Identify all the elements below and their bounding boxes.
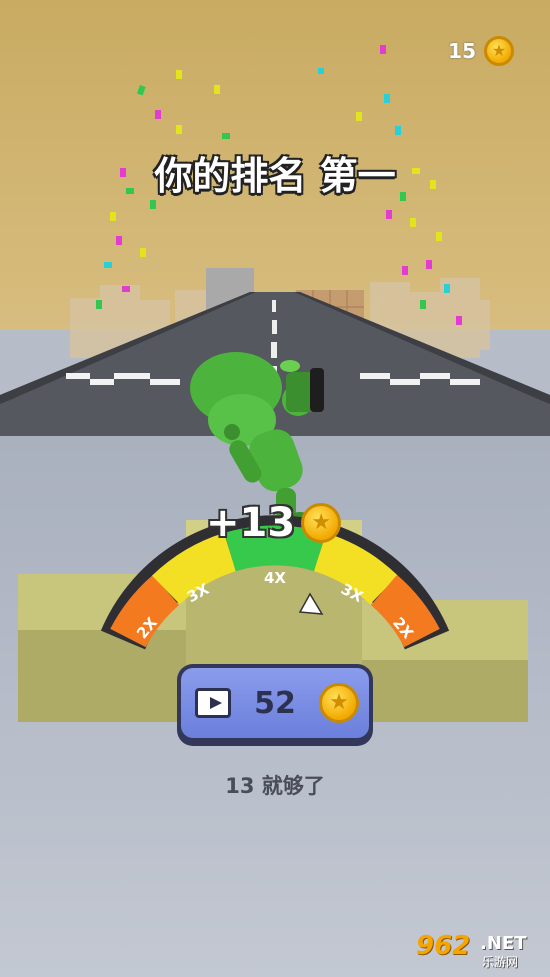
video-play-icon bbox=[195, 688, 231, 718]
watch-ad-reward-button[interactable]: 52 bbox=[177, 664, 373, 746]
reward-button-value: 52 bbox=[254, 685, 296, 721]
site-watermark: 962 .NET 乐游网 bbox=[410, 931, 542, 971]
game-scene: 2X 3X 4X 3X 2X 15 你的排名 第一 +13 52 13 就够了 … bbox=[0, 0, 550, 977]
meter-label-2: 4X bbox=[264, 569, 286, 587]
watermark-sub: 乐游网 bbox=[482, 955, 519, 969]
gold-star-coin-icon bbox=[484, 36, 514, 66]
reward-amount: +13 bbox=[206, 500, 296, 546]
reward-popup: +13 bbox=[206, 500, 342, 546]
gold-star-coin-icon bbox=[319, 683, 359, 723]
coin-count: 15 bbox=[448, 39, 476, 63]
claim-base-reward-link[interactable]: 13 就够了 bbox=[0, 770, 550, 800]
reward-button-face: 52 bbox=[181, 668, 369, 738]
watermark-main: 962 bbox=[416, 931, 471, 961]
meter-segment-4x bbox=[224, 525, 326, 572]
gold-star-coin-icon bbox=[301, 503, 342, 543]
watermark-net: .NET bbox=[480, 933, 527, 954]
coin-counter: 15 bbox=[448, 36, 514, 66]
rank-title: 你的排名 第一 bbox=[154, 154, 396, 198]
